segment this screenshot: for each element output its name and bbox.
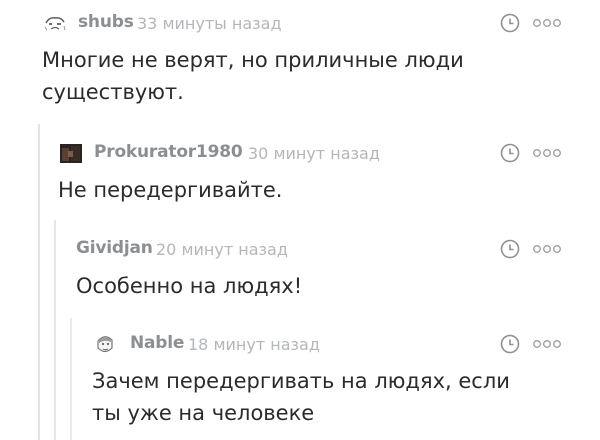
avatar[interactable] [92,333,118,355]
avatar[interactable] [58,142,84,164]
comment-time[interactable]: 30 минут назад [248,144,380,163]
avatar-face-icon [97,336,113,353]
more-dots-icon[interactable] [532,337,562,351]
comment-text: Зачем передергивать на людях, если ты уж… [92,369,510,425]
comment-thread: shubs 33 минуты назад Многие не верят, н… [0,0,600,440]
avatar[interactable] [42,12,68,34]
more-dots-icon[interactable] [532,16,562,30]
comment-time[interactable]: 18 минут назад [188,335,320,354]
clock-icon[interactable] [499,333,521,355]
comment-time[interactable]: 33 минуты назад [137,14,282,33]
clock-icon[interactable] [499,142,521,164]
comment-text: Многие не верят, но приличные люди сущес… [42,48,464,104]
author-name[interactable]: Gividjan [76,238,153,258]
more-dots-icon[interactable] [532,146,562,160]
author-name[interactable]: Prokurator1980 [94,142,243,162]
comment-text: Не передергивайте. [58,178,283,202]
comment-header: Prokurator1980 30 минут назад [58,138,600,164]
more-dots-icon[interactable] [532,242,562,256]
comment-header: Gividjan 20 минут назад [74,234,600,260]
clock-icon[interactable] [499,12,521,34]
comment-header: Nable 18 минут назад [92,329,600,355]
clock-icon[interactable] [499,238,521,260]
comment-text: Особенно на людях! [76,274,303,298]
avatar-photo-icon [60,144,82,163]
avatar-sketch-icon [44,17,66,31]
comment-header: shubs 33 минуты назад [42,8,600,34]
author-name[interactable]: Nable [130,333,184,353]
author-name[interactable]: shubs [78,12,134,32]
comment-time[interactable]: 20 минут назад [156,240,288,259]
